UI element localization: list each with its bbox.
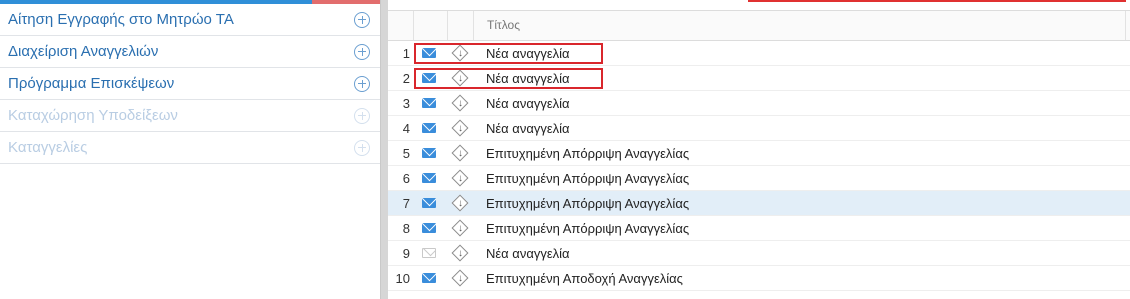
- table-row[interactable]: 3 ↓ Νέα αναγγελία: [388, 91, 1130, 116]
- sidebar-item-registration-request[interactable]: Αίτηση Εγγραφής στο Μητρώο ΤΑ: [0, 4, 380, 36]
- row-number: 2: [402, 71, 410, 86]
- sidebar-item-register-suggestions: Καταχώρηση Υποδείξεων: [0, 100, 380, 132]
- plus-circle-icon[interactable]: [354, 75, 370, 92]
- envelope-icon[interactable]: [422, 148, 436, 158]
- table-row[interactable]: 9 ↓ Νέα αναγγελία: [388, 241, 1130, 266]
- header-title[interactable]: Τίτλος: [474, 11, 1126, 40]
- row-number: 4: [402, 121, 410, 136]
- row-number: 9: [402, 246, 410, 261]
- download-icon[interactable]: ↓: [451, 219, 469, 237]
- plus-circle-icon: [354, 139, 370, 156]
- down-arrow-icon: ↓: [458, 73, 463, 84]
- sidebar: Αίτηση Εγγραφής στο Μητρώο ΤΑ Διαχείριση…: [0, 0, 380, 299]
- download-icon[interactable]: ↓: [451, 44, 469, 62]
- announcements-grid: Τίτλος 1 ↓ Νέα αναγγελία 2 ↓ Νέα αναγγελία 3 ↓ Ν…: [388, 0, 1130, 299]
- envelope-icon[interactable]: [422, 48, 436, 58]
- sidebar-item-label: Διαχείριση Αναγγελιών: [8, 43, 159, 60]
- down-arrow-icon: ↓: [458, 48, 463, 59]
- sidebar-item-label: Καταγγελίες: [8, 139, 88, 156]
- envelope-icon[interactable]: [422, 198, 436, 208]
- sidebar-item-label: Καταχώρηση Υποδείξεων: [8, 107, 178, 124]
- row-number: 10: [395, 271, 410, 286]
- sidebar-menu: Αίτηση Εγγραφής στο Μητρώο ΤΑ Διαχείριση…: [0, 4, 380, 164]
- mail-cell[interactable]: [422, 148, 436, 158]
- mail-cell[interactable]: [422, 73, 436, 83]
- sidebar-item-complaints: Καταγγελίες: [0, 132, 380, 164]
- table-row[interactable]: 2 ↓ Νέα αναγγελία: [388, 66, 1130, 91]
- row-title[interactable]: Επιτυχημένη Αποδοχή Αναγγελίας: [486, 266, 683, 291]
- download-icon[interactable]: ↓: [451, 94, 469, 112]
- row-number: 8: [402, 221, 410, 236]
- download-icon[interactable]: ↓: [451, 69, 469, 87]
- mail-cell[interactable]: [422, 198, 436, 208]
- row-number: 3: [402, 96, 410, 111]
- row-title[interactable]: Επιτυχημένη Απόρριψη Αναγγελίας: [486, 166, 689, 191]
- download-icon[interactable]: ↓: [451, 269, 469, 287]
- down-arrow-icon: ↓: [458, 148, 463, 159]
- down-arrow-icon: ↓: [458, 223, 463, 234]
- envelope-icon[interactable]: [422, 273, 436, 283]
- row-title[interactable]: Νέα αναγγελία: [486, 241, 570, 266]
- table-row[interactable]: 5 ↓ Επιτυχημένη Απόρριψη Αναγγελίας: [388, 141, 1130, 166]
- plus-circle-icon[interactable]: [354, 43, 370, 60]
- down-arrow-icon: ↓: [458, 248, 463, 259]
- mail-cell[interactable]: [422, 223, 436, 233]
- table-row[interactable]: 7 ↓ Επιτυχημένη Απόρριψη Αναγγελίας: [388, 191, 1130, 216]
- download-icon[interactable]: ↓: [451, 244, 469, 262]
- row-title[interactable]: Νέα αναγγελία: [486, 116, 570, 141]
- mail-cell[interactable]: [422, 273, 436, 283]
- down-arrow-icon: ↓: [458, 273, 463, 284]
- down-arrow-icon: ↓: [458, 173, 463, 184]
- sidebar-item-label: Πρόγραμμα Επισκέψεων: [8, 75, 175, 92]
- table-row[interactable]: 10 ↓ Επιτυχημένη Αποδοχή Αναγγελίας: [388, 266, 1130, 291]
- envelope-icon[interactable]: [422, 123, 436, 133]
- table-row[interactable]: 6 ↓ Επιτυχημένη Απόρριψη Αναγγελίας: [388, 166, 1130, 191]
- header-download-column[interactable]: [448, 11, 474, 40]
- panel-splitter[interactable]: [380, 0, 388, 299]
- row-number: 7: [402, 196, 410, 211]
- mail-cell[interactable]: [422, 98, 436, 108]
- row-number: 6: [402, 171, 410, 186]
- download-icon[interactable]: ↓: [451, 144, 469, 162]
- row-title[interactable]: Νέα αναγγελία: [486, 66, 570, 91]
- header-row-number: [388, 11, 414, 40]
- row-title[interactable]: Επιτυχημένη Απόρριψη Αναγγελίας: [486, 216, 689, 241]
- row-title[interactable]: Επιτυχημένη Απόρριψη Αναγγελίας: [486, 191, 689, 216]
- row-number: 5: [402, 146, 410, 161]
- row-title[interactable]: Νέα αναγγελία: [486, 91, 570, 116]
- down-arrow-icon: ↓: [458, 198, 463, 209]
- download-icon[interactable]: ↓: [451, 169, 469, 187]
- envelope-open-icon[interactable]: [422, 248, 436, 258]
- row-title[interactable]: Επιτυχημένη Απόρριψη Αναγγελίας: [486, 141, 689, 166]
- header-mail-column[interactable]: [414, 11, 448, 40]
- table-row[interactable]: 1 ↓ Νέα αναγγελία: [388, 41, 1130, 66]
- download-icon[interactable]: ↓: [451, 119, 469, 137]
- row-title[interactable]: Νέα αναγγελία: [486, 41, 570, 66]
- grid-top-red-line: [748, 0, 1126, 2]
- mail-cell[interactable]: [422, 248, 436, 258]
- mail-cell[interactable]: [422, 123, 436, 133]
- down-arrow-icon: ↓: [458, 98, 463, 109]
- envelope-icon[interactable]: [422, 98, 436, 108]
- table-row[interactable]: 8 ↓ Επιτυχημένη Απόρριψη Αναγγελίας: [388, 216, 1130, 241]
- sidebar-item-visit-schedule[interactable]: Πρόγραμμα Επισκέψεων: [0, 68, 380, 100]
- mail-cell[interactable]: [422, 173, 436, 183]
- plus-circle-icon[interactable]: [354, 11, 370, 28]
- table-row[interactable]: 4 ↓ Νέα αναγγελία: [388, 116, 1130, 141]
- grid-header: Τίτλος: [388, 10, 1130, 41]
- down-arrow-icon: ↓: [458, 123, 463, 134]
- sidebar-item-label: Αίτηση Εγγραφής στο Μητρώο ΤΑ: [8, 11, 234, 28]
- grid-rows: 1 ↓ Νέα αναγγελία 2 ↓ Νέα αναγγελία 3 ↓ Νέα αναγ…: [388, 41, 1130, 291]
- plus-circle-icon: [354, 107, 370, 124]
- envelope-icon[interactable]: [422, 173, 436, 183]
- row-number: 1: [402, 46, 410, 61]
- envelope-icon[interactable]: [422, 223, 436, 233]
- sidebar-item-manage-announcements[interactable]: Διαχείριση Αναγγελιών: [0, 36, 380, 68]
- download-icon[interactable]: ↓: [451, 194, 469, 212]
- mail-cell[interactable]: [422, 48, 436, 58]
- envelope-icon[interactable]: [422, 73, 436, 83]
